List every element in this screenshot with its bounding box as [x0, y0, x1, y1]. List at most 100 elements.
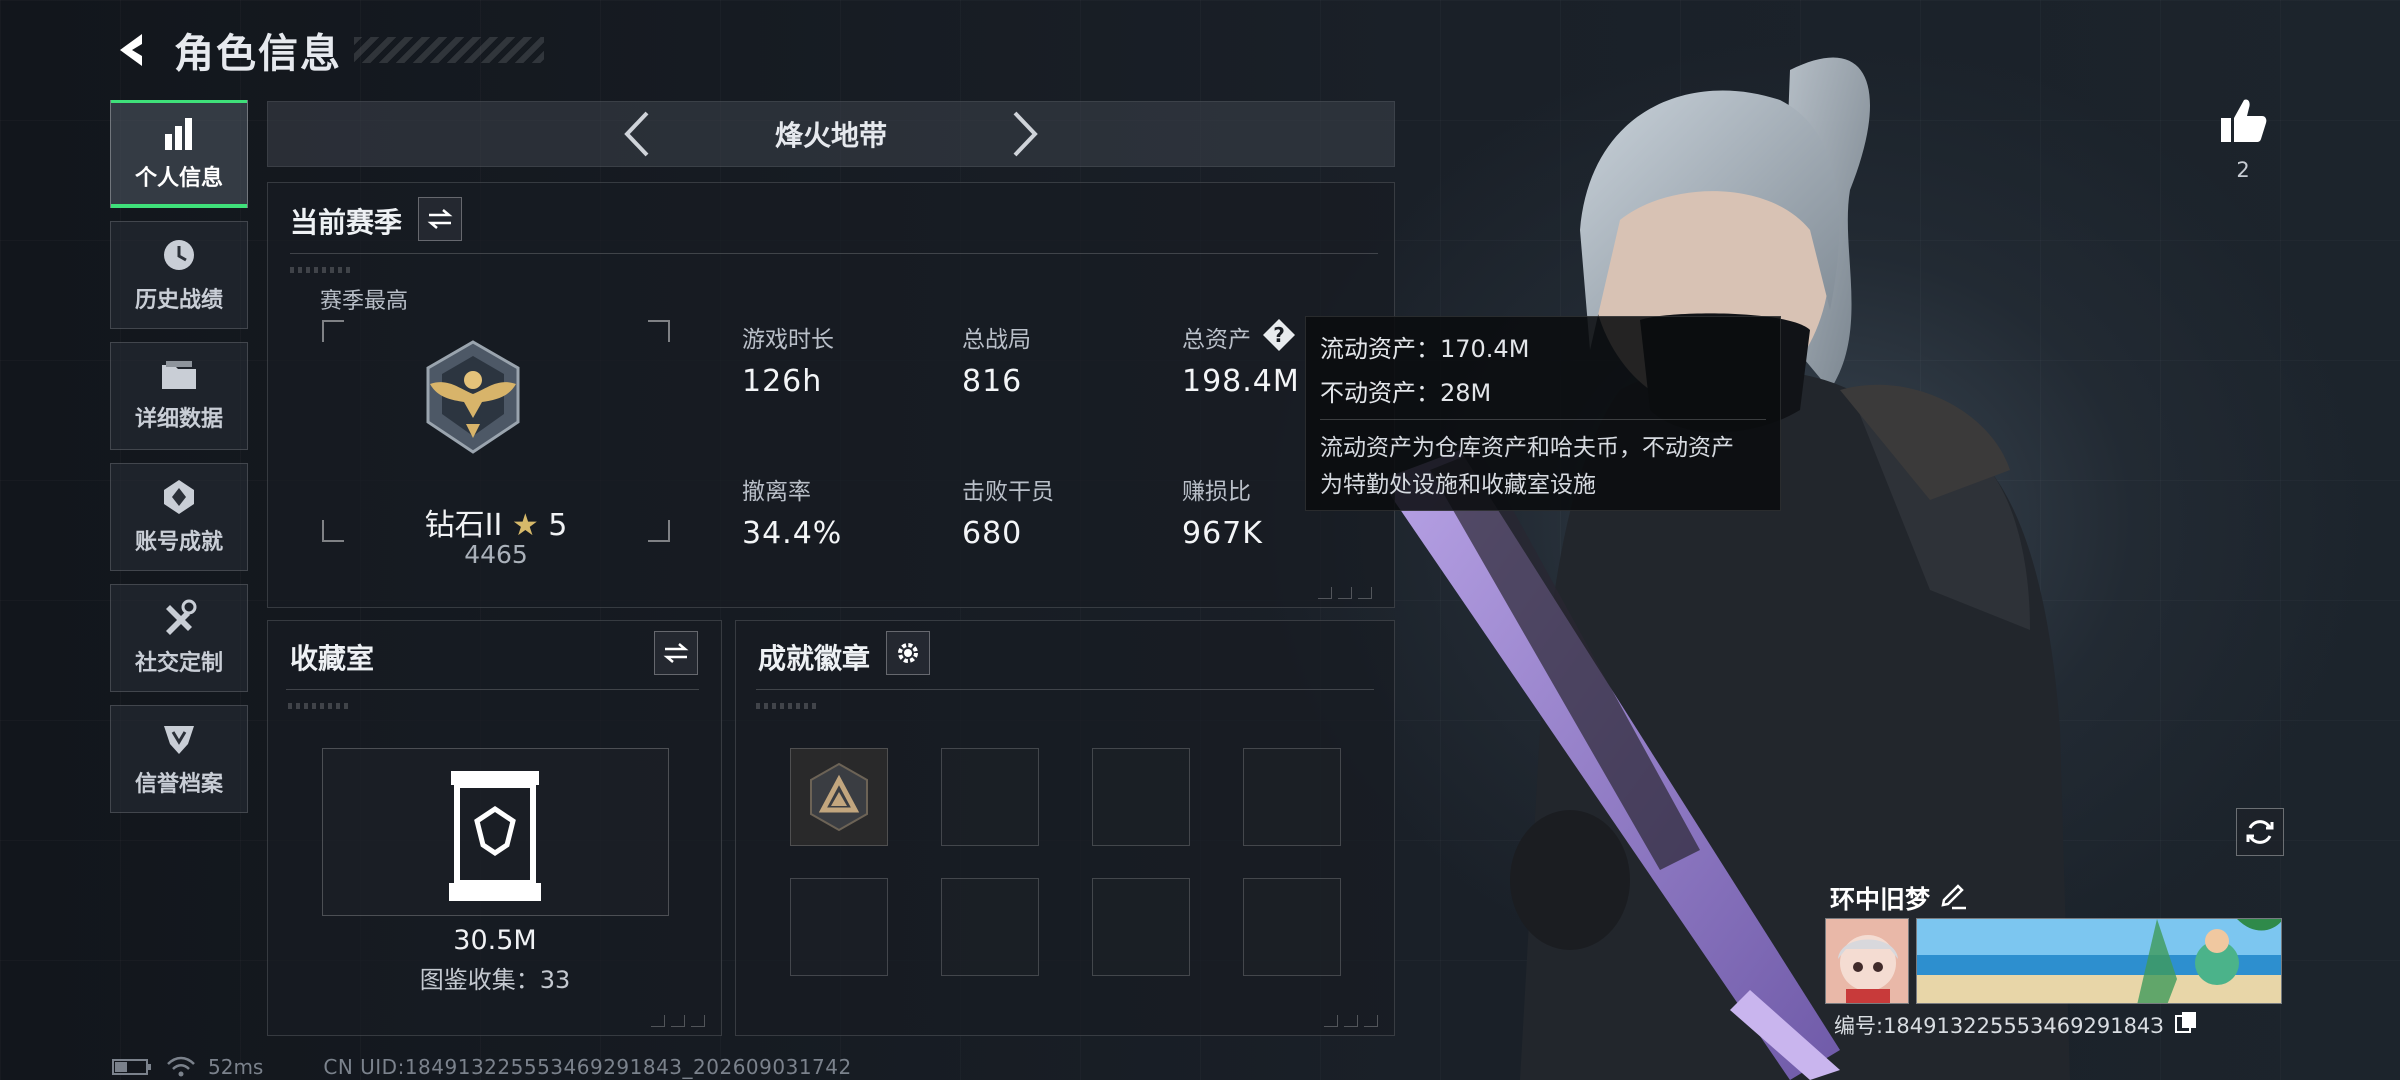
- history-icon: [164, 240, 194, 270]
- wifi-icon: [167, 1056, 195, 1077]
- badge-slot[interactable]: [1243, 878, 1341, 976]
- badges-title: 成就徽章: [758, 642, 871, 675]
- decoration: [290, 267, 350, 273]
- sidebar-item-social-custom[interactable]: 社交定制: [110, 584, 248, 692]
- badge-slot[interactable]: [941, 748, 1039, 846]
- mode-prev-button[interactable]: [606, 104, 666, 164]
- stat-value: 126h: [742, 364, 823, 399]
- sidebar-item-label: 个人信息: [134, 166, 223, 191]
- stat-kills: 击败干员 680: [962, 472, 1054, 551]
- badge-slot[interactable]: [790, 748, 888, 846]
- avatar[interactable]: [1825, 918, 1909, 1004]
- sidebar-item-credit[interactable]: 信誉档案: [110, 705, 248, 813]
- stat-total-matches: 总战局 816: [962, 320, 1031, 399]
- svg-text:?: ?: [1273, 323, 1285, 347]
- copy-icon[interactable]: [2174, 1010, 2198, 1034]
- stat-value: 198.4M: [1182, 364, 1300, 399]
- badge-slot[interactable]: [1243, 748, 1341, 846]
- rank-name: 钻石II: [424, 508, 503, 543]
- collection-switch-button[interactable]: [654, 631, 698, 675]
- badge-slot[interactable]: [941, 878, 1039, 976]
- tooltip-liquid-assets: 流动资产：170.4M: [1320, 335, 1530, 363]
- sidebar-item-label: 社交定制: [134, 651, 223, 676]
- decoration: [756, 703, 816, 709]
- refresh-button[interactable]: [2236, 808, 2284, 856]
- stat-label: 总战局: [962, 327, 1031, 353]
- sidebar-item-label: 详细数据: [134, 407, 223, 432]
- season-title: 当前赛季: [290, 206, 403, 239]
- uid-text: CN UID:184913225553469291843_20260903174…: [323, 1055, 852, 1079]
- star-icon: ★: [511, 508, 539, 543]
- collection-title: 收藏室: [290, 642, 375, 675]
- season-divider: [290, 253, 1378, 254]
- tooltip-divider: [1320, 419, 1766, 420]
- stat-value: 816: [962, 364, 1023, 399]
- decoration: [288, 703, 348, 709]
- sidebar-item-label: 信誉档案: [134, 772, 223, 797]
- title-decoration: [354, 37, 544, 63]
- chevron-left-icon: [624, 111, 649, 157]
- tools-icon: [166, 599, 197, 635]
- rank-name-row: 钻石II ★ 5: [322, 500, 670, 544]
- rank-stars: 5: [548, 508, 568, 543]
- assets-tooltip: 流动资产：170.4M 不动资产：28M 流动资产为仓库资产和哈夫币，不动资产 …: [1305, 316, 1781, 511]
- collection-divider: [286, 689, 699, 690]
- collection-display[interactable]: [322, 748, 669, 916]
- stat-value: 34.4%: [742, 516, 843, 551]
- collection-count: 图鉴收集：33: [419, 966, 571, 994]
- page-title: 角色信息: [174, 31, 342, 77]
- gear-icon: [898, 643, 918, 663]
- tooltip-description-line2: 为特勤处设施和收藏室设施: [1320, 472, 1596, 498]
- achievement-icon: [164, 480, 194, 514]
- badge-triangle-icon: [810, 762, 868, 832]
- mode-name: 烽火地带: [774, 119, 887, 152]
- edit-icon[interactable]: [1938, 880, 1968, 910]
- badge-slot[interactable]: [790, 878, 888, 976]
- ping-value: 52ms: [208, 1055, 264, 1079]
- badges-divider: [756, 689, 1374, 690]
- tooltip-description-line1: 流动资产为仓库资产和哈夫币，不动资产: [1320, 435, 1734, 461]
- stat-label: 击败干员: [962, 479, 1054, 505]
- corner-decoration: [651, 1015, 711, 1027]
- badge-slot[interactable]: [1092, 748, 1190, 846]
- display-case-icon: [449, 771, 541, 901]
- sidebar: 个人信息 历史战绩 详细数据 账号成就 社交定制 信誉档案: [110, 100, 250, 826]
- sidebar-item-history[interactable]: 历史战绩: [110, 221, 248, 329]
- sidebar-item-detail-data[interactable]: 详细数据: [110, 342, 248, 450]
- rank-emblem-icon: [426, 340, 520, 454]
- chevron-right-icon: [1013, 111, 1038, 157]
- sidebar-item-label: 历史战绩: [134, 288, 223, 313]
- stat-value: 680: [962, 516, 1023, 551]
- profile-banner[interactable]: [1916, 918, 2282, 1004]
- battery-icon: [112, 1059, 151, 1075]
- status-footer: 52ms CN UID:184913225553469291843_202609…: [112, 1054, 852, 1080]
- badges-settings-button[interactable]: [886, 631, 930, 675]
- stat-label: 撤离率: [742, 479, 811, 505]
- mode-next-button[interactable]: [996, 104, 1056, 164]
- back-arrow-icon[interactable]: [110, 28, 154, 72]
- stat-extract-rate: 撤离率 34.4%: [742, 472, 842, 551]
- refresh-icon: [2246, 820, 2274, 844]
- sidebar-item-label: 账号成就: [134, 530, 223, 555]
- sidebar-item-personal-info[interactable]: 个人信息: [110, 100, 248, 208]
- corner-decoration: [1318, 587, 1378, 599]
- season-switch-button[interactable]: [418, 197, 462, 241]
- credit-icon: [164, 726, 194, 754]
- player-name: 环中旧梦: [1830, 885, 1931, 914]
- stat-label: 游戏时长: [742, 327, 834, 353]
- rank-score: 4465: [464, 540, 528, 569]
- corner-decoration: [1324, 1015, 1384, 1027]
- player-id: 编号:18491322555346929184З: [1834, 1014, 2164, 1038]
- help-icon[interactable]: ?: [1262, 318, 1296, 352]
- collection-value: 30.5M: [453, 925, 537, 956]
- stat-label: 赚损比: [1182, 479, 1251, 505]
- tooltip-fixed-assets: 不动资产：28M: [1320, 379, 1492, 407]
- swap-icon: [427, 209, 453, 229]
- swap-icon: [663, 643, 689, 663]
- thumbs-up-icon[interactable]: [2218, 96, 2268, 146]
- stat-play-time: 游戏时长 126h: [742, 320, 834, 399]
- sidebar-item-achievements[interactable]: 账号成就: [110, 463, 248, 571]
- badge-slot[interactable]: [1092, 878, 1190, 976]
- season-best-label: 赛季最高: [320, 289, 409, 314]
- header: 角色信息: [110, 22, 544, 78]
